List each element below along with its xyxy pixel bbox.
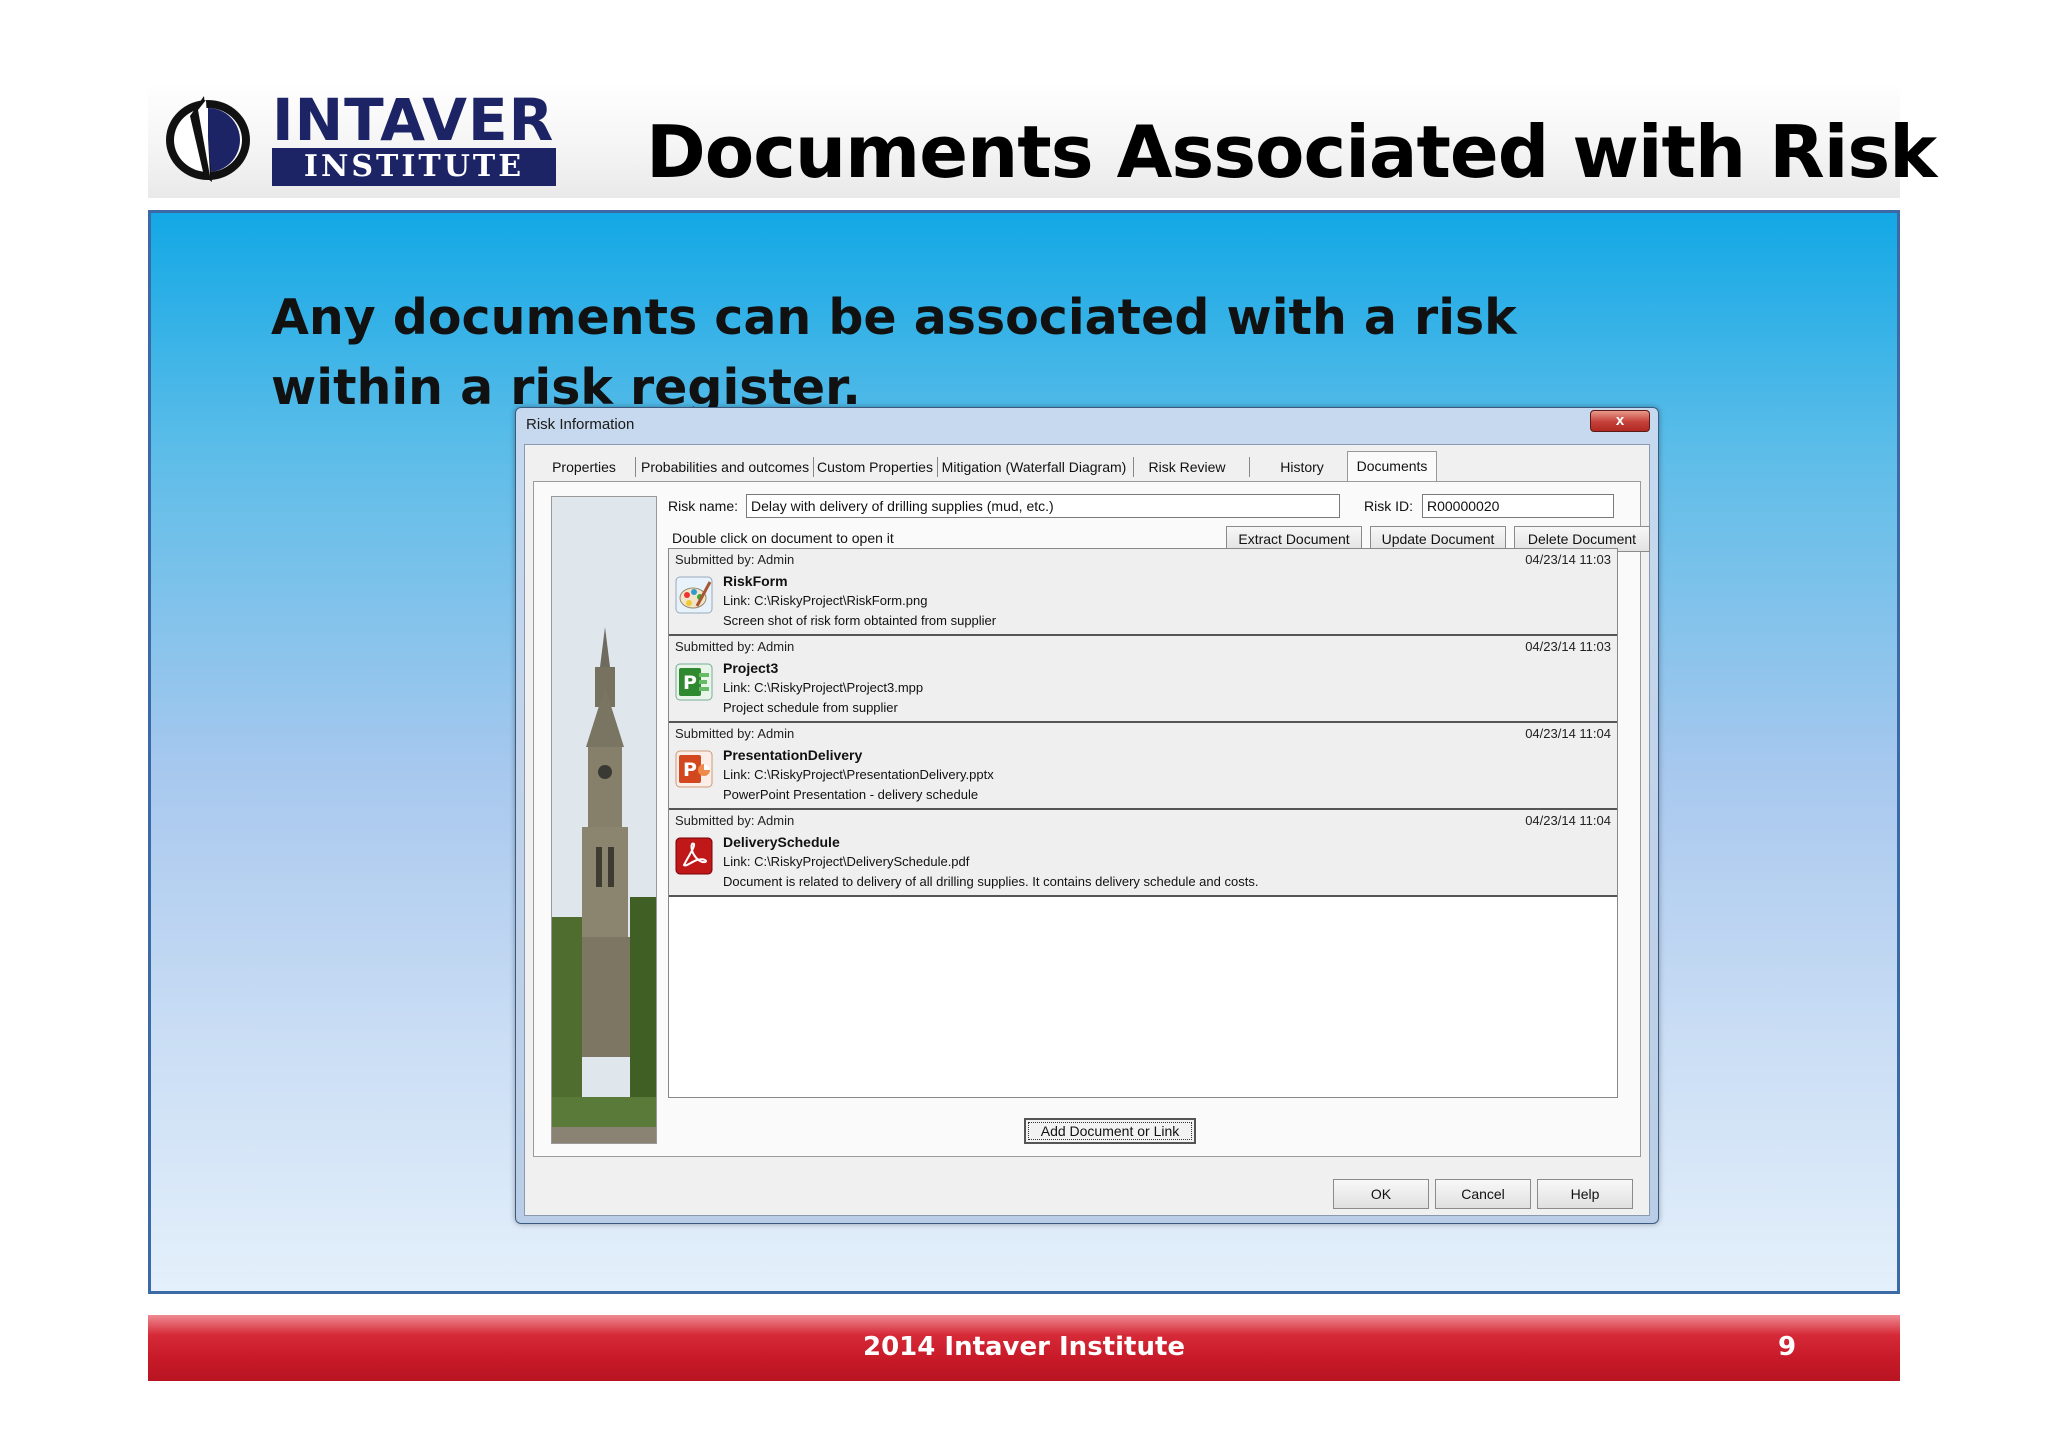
document-date: 04/23/14 11:04 xyxy=(1525,726,1611,741)
document-row[interactable]: Submitted by: Admin 04/23/14 11:03 RiskF… xyxy=(669,549,1617,636)
tab-mitigation[interactable]: Mitigation (Waterfall Diagram) xyxy=(941,455,1127,479)
add-document-button[interactable]: Add Document or Link xyxy=(1024,1118,1196,1144)
dialog-body: Properties Probabilities and outcomes Cu… xyxy=(524,444,1650,1216)
document-date: 04/23/14 11:03 xyxy=(1525,639,1611,654)
tab-probabilities[interactable]: Probabilities and outcomes xyxy=(641,455,809,479)
side-image xyxy=(551,496,657,1144)
tab-risk-review[interactable]: Risk Review xyxy=(1141,455,1233,479)
tab-separator xyxy=(1133,457,1134,477)
document-description: Document is related to delivery of all d… xyxy=(723,874,1259,889)
risk-id-field[interactable]: R00000020 xyxy=(1422,494,1614,518)
documents-tab-content: Risk name: Delay with delivery of drilli… xyxy=(533,481,1650,1157)
document-link: Link: C:\RiskyProject\Project3.mpp xyxy=(723,680,924,695)
tab-separator xyxy=(1249,457,1250,477)
submitted-by: Submitted by: Admin xyxy=(675,552,795,567)
document-row[interactable]: Submitted by: Admin 04/23/14 11:03 P Pro… xyxy=(669,636,1617,723)
logo-text-institute: INSTITUTE xyxy=(272,148,556,186)
slide-subtitle: Any documents can be associated with a r… xyxy=(271,289,1517,416)
close-button[interactable]: x xyxy=(1590,410,1650,432)
risk-id-label: Risk ID: xyxy=(1364,498,1413,514)
document-name: Project3 xyxy=(723,660,779,676)
dialog-title: Risk Information xyxy=(526,416,635,433)
document-list: Submitted by: Admin 04/23/14 11:03 RiskF… xyxy=(668,548,1618,1098)
document-description: Screen shot of risk form obtainted from … xyxy=(723,613,997,628)
pdf-icon xyxy=(675,837,713,875)
risk-name-field[interactable]: Delay with delivery of drilling supplies… xyxy=(746,494,1340,518)
help-button[interactable]: Help xyxy=(1537,1179,1633,1209)
document-row[interactable]: Submitted by: Admin 04/23/14 11:04 P Pre… xyxy=(669,723,1617,810)
risk-name-label: Risk name: xyxy=(668,498,739,514)
cancel-button[interactable]: Cancel xyxy=(1435,1179,1531,1209)
intaver-logo-mark-icon xyxy=(166,96,250,182)
ok-button[interactable]: OK xyxy=(1333,1179,1429,1209)
submitted-by: Submitted by: Admin xyxy=(675,639,795,654)
tab-separator xyxy=(813,457,814,477)
slide-header: INTAVER INSTITUTE Documents Associated w… xyxy=(148,82,1937,198)
risk-information-dialog: Risk Information x Properties Probabilit… xyxy=(515,407,1659,1224)
document-description: Project schedule from supplier xyxy=(723,700,898,715)
tab-bar: Properties Probabilities and outcomes Cu… xyxy=(533,445,1643,481)
tab-custom-properties[interactable]: Custom Properties xyxy=(817,455,933,479)
project-icon: P xyxy=(675,663,713,701)
intaver-logo: INTAVER INSTITUTE xyxy=(160,86,570,190)
slide-title: Documents Associated with Risk xyxy=(646,110,1937,194)
tab-documents[interactable]: Documents xyxy=(1347,451,1437,481)
powerpoint-icon: P xyxy=(675,750,713,788)
submitted-by: Submitted by: Admin xyxy=(675,726,795,741)
document-name: RiskForm xyxy=(723,573,788,589)
tab-separator xyxy=(635,457,636,477)
document-description: PowerPoint Presentation - delivery sched… xyxy=(723,787,979,802)
document-link: Link: C:\RiskyProject\RiskForm.png xyxy=(723,593,928,608)
footer-text: 2014 Intaver Institute xyxy=(862,1332,1186,1362)
cathedral-tower-image xyxy=(552,497,656,1143)
document-date: 04/23/14 11:03 xyxy=(1525,552,1611,567)
document-name: PresentationDelivery xyxy=(723,747,863,763)
document-name: DeliverySchedule xyxy=(723,834,840,850)
double-click-hint: Double click on document to open it xyxy=(672,530,894,546)
svg-text:P: P xyxy=(683,672,697,694)
tab-history[interactable]: History xyxy=(1267,455,1337,479)
page-number: 9 xyxy=(1778,1332,1797,1362)
tab-separator xyxy=(937,457,938,477)
document-date: 04/23/14 11:04 xyxy=(1525,813,1611,828)
logo-text-intaver: INTAVER xyxy=(272,86,555,154)
tab-properties[interactable]: Properties xyxy=(547,455,621,479)
document-link: Link: C:\RiskyProject\DeliverySchedule.p… xyxy=(723,854,970,869)
submitted-by: Submitted by: Admin xyxy=(675,813,795,828)
document-row[interactable]: Submitted by: Admin 04/23/14 11:04 Deliv… xyxy=(669,810,1617,897)
slide-footer: 2014 Intaver Institute 9 xyxy=(148,1315,1900,1381)
paint-icon xyxy=(675,576,713,614)
document-link: Link: C:\RiskyProject\PresentationDelive… xyxy=(723,767,994,782)
svg-text:P: P xyxy=(683,759,697,781)
